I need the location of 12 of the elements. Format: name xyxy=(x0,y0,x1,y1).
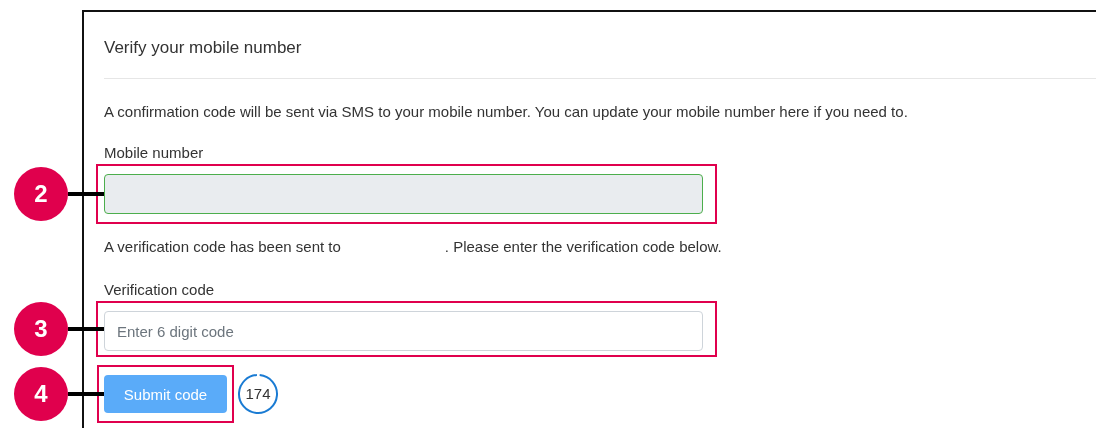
callout-badge: 4 xyxy=(14,367,68,421)
sent-message-text: . Please enter the verification code below. xyxy=(444,237,722,257)
sent-message-text: A verification code has been sent to xyxy=(104,237,341,257)
field-label: Mobile number xyxy=(104,143,205,163)
callout-badge: 2 xyxy=(14,167,68,221)
field-label: Verification code xyxy=(104,280,216,300)
page-title: Verify your mobile number xyxy=(104,37,303,59)
callout-badge: 3 xyxy=(14,302,68,356)
verification-code-field[interactable]: Enter 6 digit code xyxy=(104,311,703,351)
countdown-ring xyxy=(236,372,280,416)
intro-text: A confirmation code will be sent via SMS to your mobile number. You can update your mobile number here if you need to. xyxy=(104,102,909,122)
countdown-value: 174 xyxy=(245,385,271,403)
